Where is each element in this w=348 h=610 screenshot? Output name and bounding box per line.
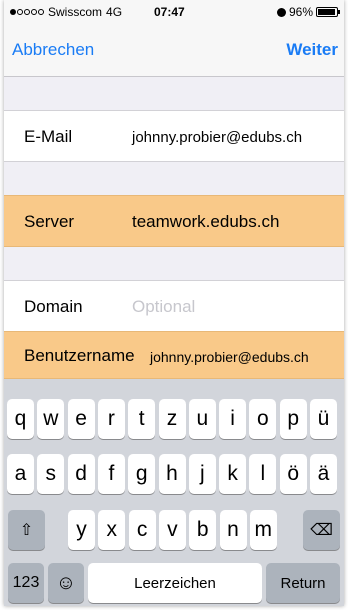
shift-key[interactable]: ⇧: [8, 510, 45, 550]
key-t[interactable]: t: [128, 399, 156, 439]
server-field[interactable]: teamwork.edubs.ch: [132, 212, 279, 232]
key-j[interactable]: j: [188, 454, 216, 494]
key-e[interactable]: e: [67, 399, 95, 439]
key-y[interactable]: y: [68, 510, 95, 550]
email-row[interactable]: E-Mail johnny.probier@edubs.ch: [4, 110, 344, 162]
space-key[interactable]: Leerzeichen: [88, 563, 262, 603]
key-w[interactable]: w: [37, 399, 65, 439]
battery-icon: [316, 7, 340, 17]
emoji-key[interactable]: ☺: [48, 563, 84, 603]
network-type: 4G: [106, 5, 123, 19]
battery-info: 96%: [276, 5, 340, 19]
keyboard: qwertzuiopü asdfghjklöä ⇧ ⌫ yxcvbnm 123 …: [4, 379, 344, 606]
key-ü[interactable]: ü: [310, 399, 337, 439]
key-q[interactable]: q: [7, 399, 34, 439]
key-m[interactable]: m: [249, 510, 277, 550]
key-p[interactable]: p: [279, 399, 307, 439]
phone-screen: Swisscom 4G 07:47 96% Abbrechen Weiter E…: [4, 0, 344, 606]
status-bar: Swisscom 4G 07:47 96%: [4, 0, 344, 22]
server-label: Server: [24, 212, 75, 231]
key-s[interactable]: s: [37, 454, 65, 494]
delete-key[interactable]: ⌫: [303, 510, 340, 550]
key-h[interactable]: h: [158, 454, 186, 494]
username-row[interactable]: Benutzername johnny.probier@edubs.ch: [4, 331, 344, 379]
key-x[interactable]: x: [98, 510, 126, 550]
key-f[interactable]: f: [97, 454, 125, 494]
domain-label: Domain: [24, 297, 83, 316]
carrier-info: Swisscom 4G: [10, 5, 122, 19]
key-g[interactable]: g: [128, 454, 156, 494]
alarm-icon: [276, 7, 286, 17]
numbers-key[interactable]: 123: [8, 563, 44, 603]
key-c[interactable]: c: [128, 510, 156, 550]
key-i[interactable]: i: [219, 399, 247, 439]
key-b[interactable]: b: [189, 510, 217, 550]
username-field[interactable]: johnny.probier@edubs.ch: [150, 349, 309, 365]
key-u[interactable]: u: [188, 399, 216, 439]
signal-icon: [10, 9, 44, 15]
key-v[interactable]: v: [158, 510, 186, 550]
cancel-button[interactable]: Abbrechen: [12, 40, 94, 60]
next-button[interactable]: Weiter: [286, 40, 338, 60]
key-ö[interactable]: ö: [279, 454, 307, 494]
key-a[interactable]: a: [7, 454, 34, 494]
clock: 07:47: [154, 5, 185, 19]
key-z[interactable]: z: [158, 399, 186, 439]
domain-field[interactable]: Optional: [132, 297, 195, 317]
carrier-name: Swisscom: [48, 5, 103, 19]
navigation-bar: Abbrechen Weiter: [4, 22, 344, 77]
key-d[interactable]: d: [67, 454, 95, 494]
server-row[interactable]: Server teamwork.edubs.ch: [4, 195, 344, 247]
email-field[interactable]: johnny.probier@edubs.ch: [132, 129, 302, 146]
key-o[interactable]: o: [249, 399, 277, 439]
key-k[interactable]: k: [219, 454, 247, 494]
username-label: Benutzername: [24, 346, 135, 365]
key-ä[interactable]: ä: [310, 454, 337, 494]
key-n[interactable]: n: [219, 510, 247, 550]
key-r[interactable]: r: [97, 399, 125, 439]
key-l[interactable]: l: [249, 454, 277, 494]
email-label: E-Mail: [24, 127, 73, 146]
battery-percent: 96%: [288, 5, 313, 19]
return-key[interactable]: Return: [266, 563, 340, 603]
domain-row[interactable]: Domain Optional: [4, 280, 344, 332]
